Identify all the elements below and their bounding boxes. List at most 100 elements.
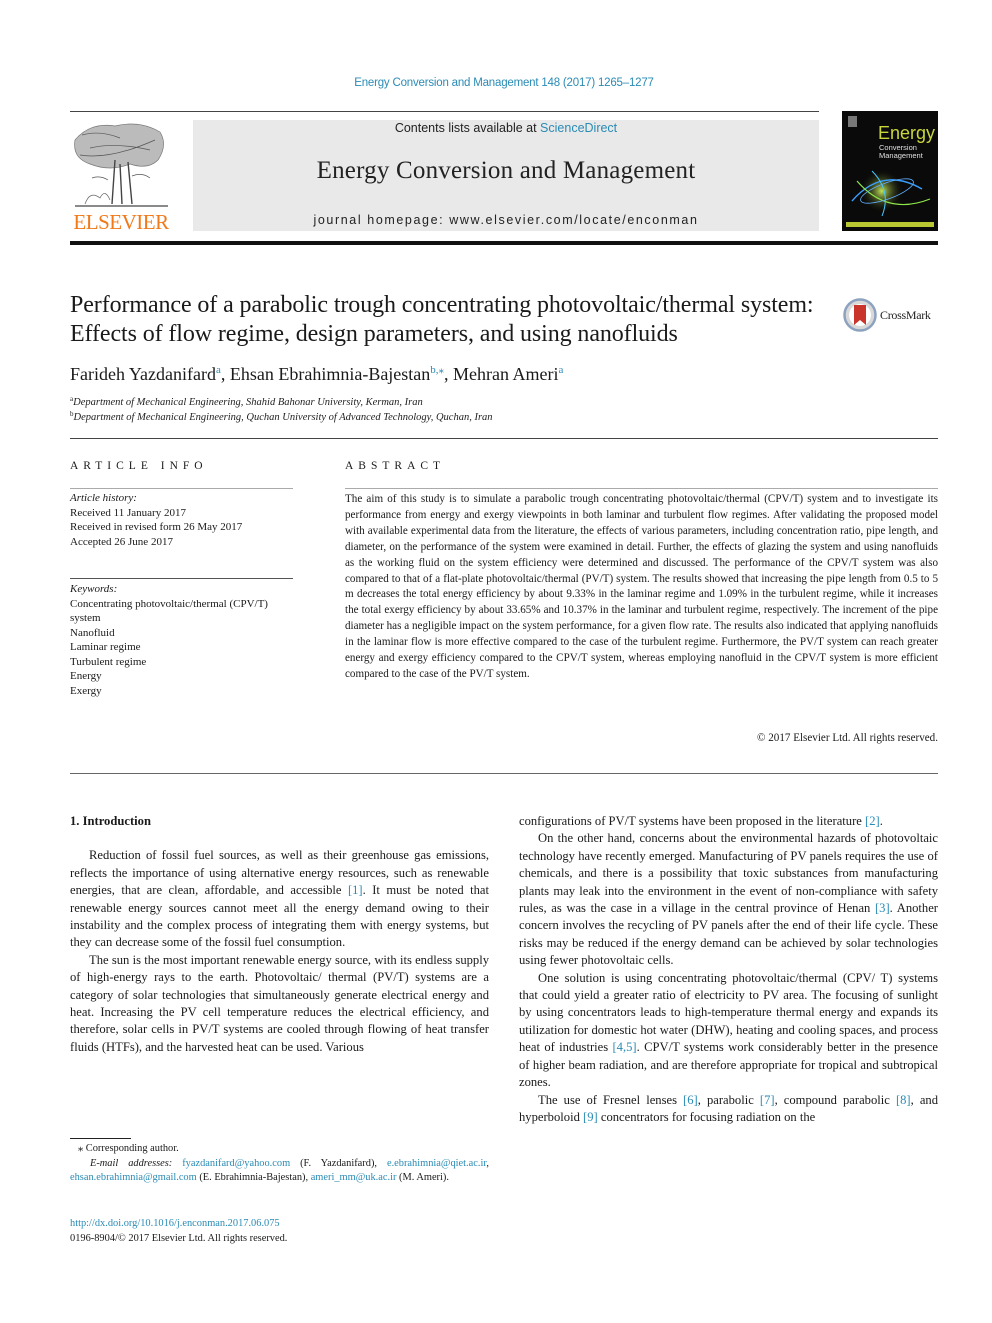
cover-title: Energy: [878, 123, 936, 143]
body-column-right: configurations of PV/T systems have been…: [519, 813, 938, 1126]
citation-link[interactable]: [8]: [896, 1093, 911, 1107]
doi-block: http://dx.doi.org/10.1016/j.enconman.201…: [70, 1217, 489, 1246]
citation-link[interactable]: [2]: [865, 814, 880, 828]
email-owner: ,: [486, 1157, 490, 1169]
abstract-text: The aim of this study is to simulate a p…: [345, 493, 938, 680]
elsevier-logo[interactable]: ELSEVIER: [70, 120, 170, 234]
email-label: E-mail addresses:: [90, 1157, 173, 1169]
article-info-heading: ARTICLE INFO: [70, 460, 208, 472]
author-name[interactable]: Farideh Yazdanifard: [70, 364, 216, 384]
affiliation-a: aDepartment of Mechanical Engineering, S…: [70, 395, 423, 408]
journal-homepage: journal homepage: www.elsevier.com/locat…: [193, 213, 819, 227]
author-affiliation-mark[interactable]: a: [559, 364, 564, 376]
corresponding-author-note: ⁎ Corresponding author.: [78, 1143, 179, 1154]
email-owner: (E. Ebrahimnia-Bajestan),: [196, 1172, 311, 1184]
keywords-list: Keywords: Concentrating photovoltaic/the…: [70, 582, 300, 698]
email-owner: (F. Yazdanifard),: [290, 1157, 387, 1169]
left-paragraphs: Reduction of fossil fuel sources, as wel…: [70, 847, 489, 1056]
keyword-item: Energy: [70, 670, 102, 682]
author-list: Farideh Yazdanifarda, Ehsan Ebrahimnia-B…: [70, 364, 564, 384]
author-affiliation-mark[interactable]: b,⁎: [430, 364, 444, 376]
body-paragraph: The sun is the most important renewable …: [70, 952, 489, 1056]
paragraph-text: , parabolic: [697, 1092, 760, 1107]
body-paragraph: configurations of PV/T systems have been…: [519, 813, 938, 830]
affiliation-text: Department of Mechanical Engineering, Sh…: [73, 397, 423, 408]
right-paragraphs: configurations of PV/T systems have been…: [519, 813, 938, 1126]
history-item: Received 11 January 2017: [70, 506, 186, 519]
homepage-prefix: journal homepage:: [313, 213, 450, 227]
front-matter-rule: [70, 438, 938, 439]
contents-line: Contents lists available at ScienceDirec…: [193, 121, 819, 135]
email-link[interactable]: ehsan.ebrahimnia@gmail.com: [70, 1172, 197, 1183]
article-history: Article history: Received 11 January 201…: [70, 491, 300, 549]
citation-link[interactable]: [9]: [583, 1110, 598, 1124]
footnotes: ⁎ Corresponding author. E-mail addresses…: [70, 1142, 489, 1186]
keywords-rule: [70, 578, 293, 579]
body-paragraph: The use of Fresnel lenses [6], parabolic…: [519, 1092, 938, 1127]
paragraph-text: configurations of PV/T systems have been…: [519, 814, 866, 828]
abstract-heading: ABSTRACT: [345, 460, 446, 472]
citation-link[interactable]: [6]: [683, 1093, 698, 1107]
citation-link[interactable]: [3]: [875, 901, 890, 915]
history-item: Accepted 26 June 2017: [70, 535, 173, 548]
crossmark-label: CrossMark: [880, 308, 931, 322]
citation-link[interactable]: [1]: [348, 883, 363, 897]
citation-link[interactable]: [7]: [760, 1093, 775, 1107]
cover-subtitle: Conversion Management: [879, 144, 923, 160]
author-name[interactable]: Ehsan Ebrahimnia-Bajestan: [230, 364, 430, 384]
journal-masthead: Contents lists available at ScienceDirec…: [193, 120, 819, 231]
paragraph-text: concentrators for focusing radiation on …: [597, 1109, 816, 1124]
body-paragraph: On the other hand, concerns about the en…: [519, 830, 938, 969]
sciencedirect-link[interactable]: ScienceDirect: [540, 121, 617, 135]
body-paragraph: One solution is using concentrating phot…: [519, 970, 938, 1092]
keyword-item: Exergy: [70, 684, 102, 697]
footnote-rule: [70, 1138, 131, 1139]
author-name[interactable]: Mehran Ameri: [453, 364, 558, 384]
keyword-item: Laminar regime: [70, 641, 141, 653]
cover-publisher-mark: [848, 116, 857, 127]
affiliation-text: Department of Mechanical Engineering, Qu…: [73, 412, 493, 423]
elsevier-wordmark: ELSEVIER: [73, 210, 169, 234]
abstract-copyright: © 2017 Elsevier Ltd. All rights reserved…: [757, 732, 938, 744]
masthead-thick-rule: [70, 241, 938, 245]
header-top-rule: [70, 111, 819, 112]
keywords-label: Keywords:: [70, 583, 118, 595]
email-link[interactable]: ameri_mm@uk.ac.ir: [311, 1172, 397, 1183]
email-link[interactable]: fyazdanifard@yahoo.com: [182, 1158, 290, 1169]
affiliation-b: bDepartment of Mechanical Engineering, Q…: [70, 410, 493, 423]
keyword-item: Turbulent regime: [70, 655, 147, 668]
cover-subtitle-2: Management: [879, 151, 923, 160]
paragraph-text: The use of Fresnel lenses: [538, 1092, 684, 1107]
email-link[interactable]: e.ebrahimnia@qiet.ac.ir: [387, 1158, 486, 1169]
cover-swirl-graphic: [851, 169, 931, 217]
journal-reference-link[interactable]: Energy Conversion and Management 148 (20…: [0, 77, 992, 89]
email-owner: (M. Ameri).: [396, 1172, 449, 1184]
author-affiliation-mark[interactable]: a: [216, 364, 221, 376]
crossmark-icon: [843, 298, 877, 332]
body-paragraph: Reduction of fossil fuel sources, as wel…: [70, 847, 489, 951]
article-info-rule: [70, 488, 293, 489]
body-column-left: 1. Introduction Reduction of fossil fuel…: [70, 813, 489, 1056]
homepage-url-link[interactable]: www.elsevier.com/locate/enconman: [449, 213, 698, 227]
abstract-rule: [345, 488, 938, 489]
crossmark-button[interactable]: CrossMark: [843, 298, 943, 332]
history-label: Article history:: [70, 492, 137, 504]
article-title: Performance of a parabolic trough concen…: [70, 292, 814, 347]
journal-cover-image[interactable]: Energy Conversion Management: [842, 111, 938, 231]
keyword-item: Concentrating photovoltaic/thermal (CPV/…: [70, 597, 268, 625]
paragraph-text: The sun is the most important renewable …: [70, 952, 489, 1054]
paragraph-text: , compound parabolic: [774, 1092, 896, 1107]
citation-link[interactable]: [4,5]: [612, 1040, 636, 1054]
section-heading-introduction: 1. Introduction: [70, 814, 151, 828]
issn-copyright: 0196-8904/© 2017 Elsevier Ltd. All right…: [70, 1232, 288, 1244]
doi-link[interactable]: http://dx.doi.org/10.1016/j.enconman.201…: [70, 1218, 280, 1229]
email-addresses: E-mail addresses: fyazdanifard@yahoo.com…: [70, 1157, 489, 1186]
elsevier-tree-icon: [74, 123, 168, 207]
keyword-item: Nanofluid: [70, 626, 115, 639]
contents-prefix: Contents lists available at: [394, 121, 541, 135]
cover-footer-band: [846, 222, 934, 227]
abstract-bottom-rule: [70, 773, 938, 774]
history-item: Received in revised form 26 May 2017: [70, 521, 243, 533]
paragraph-text: .: [879, 814, 883, 828]
journal-title: Energy Conversion and Management: [316, 157, 696, 184]
